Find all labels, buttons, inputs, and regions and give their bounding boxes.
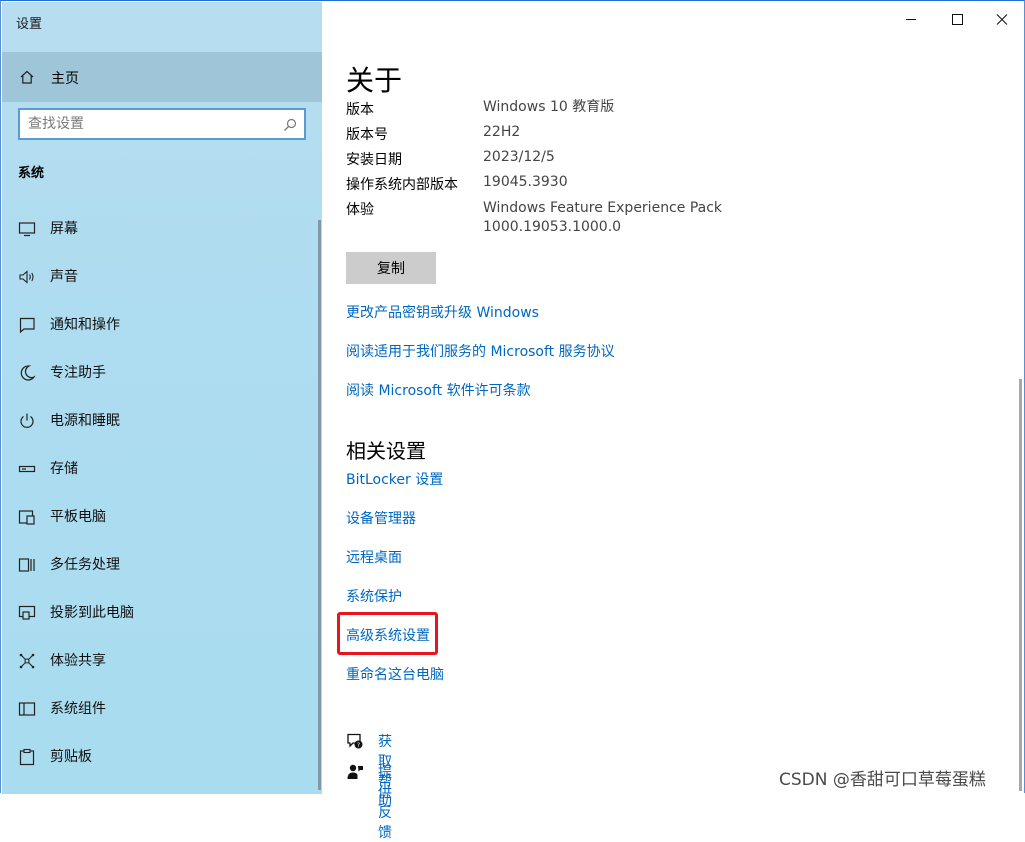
main-scrollbar[interactable] — [1019, 379, 1022, 791]
sidebar-item-label: 屏幕 — [50, 221, 78, 237]
svg-text:?: ? — [357, 742, 360, 749]
notification-icon — [19, 317, 35, 334]
highlight-box — [337, 612, 438, 655]
give-feedback-label: 提供反馈 — [378, 765, 392, 841]
change-product-key-link[interactable]: 更改产品密钥或升级 Windows — [346, 302, 539, 322]
sidebar-item-label: 存储 — [50, 461, 78, 477]
project-icon — [18, 605, 36, 620]
spec-label-experience: 体验 — [346, 202, 374, 218]
watermark-text: CSDN @香甜可口草莓蛋糕 — [779, 770, 986, 790]
spec-label-install-date: 安装日期 — [346, 152, 402, 168]
sidebar-item-label: 平板电脑 — [50, 509, 106, 525]
home-icon — [20, 70, 34, 84]
spec-label-os-build: 操作系统内部版本 — [346, 177, 458, 193]
clipboard-icon — [19, 748, 35, 766]
tablet-icon — [18, 510, 35, 525]
bitlocker-settings-link[interactable]: BitLocker 设置 — [346, 469, 443, 489]
close-icon — [996, 14, 1008, 25]
sidebar-item-system-components[interactable]: 系统组件 — [2, 685, 318, 733]
sidebar-item-notifications[interactable]: 通知和操作 — [2, 301, 318, 349]
sidebar-home[interactable]: 主页 — [2, 52, 322, 102]
sidebar-item-power-sleep[interactable]: 电源和睡眠 — [2, 397, 318, 445]
power-icon — [20, 413, 34, 428]
sidebar-item-label: 系统组件 — [50, 701, 106, 717]
spec-label-version: 版本号 — [346, 127, 388, 143]
related-settings-title: 相关设置 — [346, 439, 426, 463]
sidebar-item-label: 体验共享 — [50, 653, 106, 669]
close-button[interactable] — [979, 7, 1025, 33]
sidebar-item-display[interactable]: 屏幕 — [2, 205, 318, 253]
sidebar-item-storage[interactable]: 存储 — [2, 445, 318, 493]
maximize-button[interactable] — [934, 7, 980, 33]
sidebar-item-sound[interactable]: 声音 — [2, 253, 318, 301]
page-title: 关于 — [346, 64, 403, 97]
sidebar-home-label: 主页 — [51, 71, 79, 87]
spec-value-edition: Windows 10 教育版 — [483, 99, 615, 115]
spec-value-experience-version: 1000.19053.1000.0 — [483, 219, 622, 235]
spec-value-experience: Windows Feature Experience Pack — [483, 200, 723, 216]
remote-desktop-link[interactable]: 远程桌面 — [346, 547, 402, 567]
spec-value-install-date: 2023/12/5 — [483, 149, 555, 165]
system-protection-link[interactable]: 系统保护 — [346, 586, 402, 606]
sidebar-item-clipboard[interactable]: 剪贴板 — [2, 733, 318, 781]
copy-button[interactable]: 复制 — [346, 252, 436, 284]
storage-icon — [18, 465, 36, 473]
section-system-label: 系统 — [18, 166, 45, 181]
sidebar: 设置 主页 系统 屏幕 声音 通知和操作 专注助手 电源和睡眠 — [2, 2, 322, 794]
spec-label-edition: 版本 — [346, 102, 374, 118]
speaker-icon — [19, 270, 34, 284]
sidebar-item-label: 投影到此电脑 — [50, 605, 134, 621]
components-icon — [18, 702, 36, 716]
search-input[interactable] — [28, 115, 268, 133]
settings-window: 设置 主页 系统 屏幕 声音 通知和操作 专注助手 电源和睡眠 — [0, 0, 1025, 841]
sidebar-item-focus-assist[interactable]: 专注助手 — [2, 349, 318, 397]
window-title: 设置 — [16, 17, 43, 32]
sidebar-item-label: 电源和睡眠 — [50, 413, 120, 429]
sidebar-item-project[interactable]: 投影到此电脑 — [2, 589, 318, 637]
share-icon — [19, 653, 35, 669]
maximize-icon — [952, 14, 963, 25]
sidebar-scrollbar[interactable] — [318, 220, 321, 790]
license-terms-link[interactable]: 阅读 Microsoft 软件许可条款 — [346, 380, 531, 400]
rename-pc-link[interactable]: 重命名这台电脑 — [346, 664, 444, 684]
multitask-icon — [18, 558, 35, 572]
device-manager-link[interactable]: 设备管理器 — [346, 508, 416, 528]
spec-value-version: 22H2 — [483, 124, 521, 140]
monitor-icon — [18, 222, 36, 237]
service-agreement-link[interactable]: 阅读适用于我们服务的 Microsoft 服务协议 — [346, 341, 615, 361]
sidebar-item-label: 多任务处理 — [50, 557, 120, 573]
help-chat-icon: ? — [347, 733, 363, 749]
feedback-icon — [347, 764, 363, 779]
search-box[interactable] — [18, 108, 306, 140]
spec-value-os-build: 19045.3930 — [483, 174, 568, 190]
search-icon[interactable] — [283, 118, 297, 132]
sidebar-item-label: 通知和操作 — [50, 317, 120, 333]
sidebar-item-shared-experiences[interactable]: 体验共享 — [2, 637, 318, 685]
minimize-button[interactable] — [888, 7, 934, 33]
sidebar-item-tablet[interactable]: 平板电脑 — [2, 493, 318, 541]
minimize-icon — [906, 19, 916, 20]
sidebar-item-label: 声音 — [50, 269, 78, 285]
sidebar-item-label: 剪贴板 — [50, 749, 92, 765]
sidebar-item-multitasking[interactable]: 多任务处理 — [2, 541, 318, 589]
moon-icon — [20, 365, 36, 381]
sidebar-item-label: 专注助手 — [50, 365, 106, 381]
